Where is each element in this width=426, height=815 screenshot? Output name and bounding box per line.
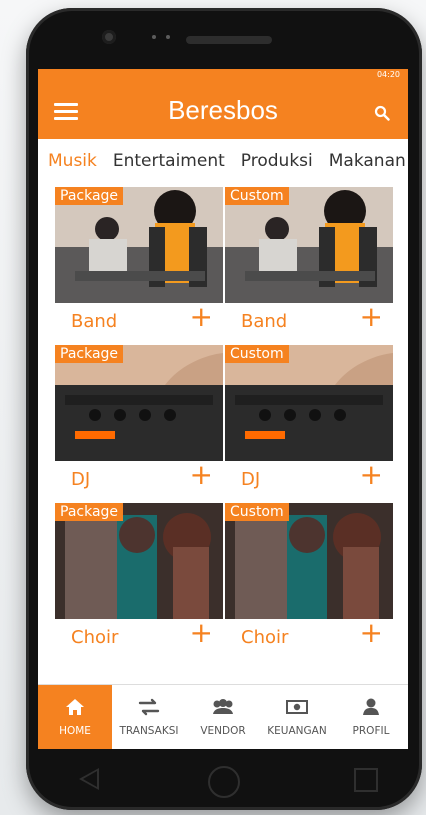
badge-package: Package bbox=[55, 503, 124, 521]
bottom-navigation: HOME TRANSAKSI VENDOR KEUANGAN PROFIL bbox=[38, 684, 408, 749]
nav-keuangan-label: KEUANGAN bbox=[267, 725, 327, 737]
service-card[interactable]: Custom DJ + bbox=[225, 345, 393, 495]
category-tabs: Musik Entertaiment Produksi Makanan bbox=[38, 139, 408, 183]
service-card[interactable]: Custom Band + bbox=[225, 187, 393, 337]
status-time: 04:20 bbox=[376, 70, 400, 79]
home-circle-icon[interactable] bbox=[208, 766, 240, 798]
app-screen: 04:20 Beresbos Musik Entertaiment Produk… bbox=[38, 69, 408, 749]
front-camera-icon bbox=[102, 30, 116, 44]
nav-profil-label: PROFIL bbox=[352, 725, 390, 737]
badge-custom: Custom bbox=[225, 187, 289, 205]
service-name: Band bbox=[71, 311, 118, 332]
recent-apps-icon[interactable] bbox=[354, 768, 378, 792]
service-name: Choir bbox=[71, 627, 119, 648]
app-header: Beresbos bbox=[38, 83, 408, 139]
add-icon[interactable]: + bbox=[190, 461, 213, 489]
transfer-icon bbox=[138, 698, 160, 716]
status-bar: 04:20 bbox=[38, 69, 408, 83]
service-name: Band bbox=[241, 311, 288, 332]
nav-vendor[interactable]: VENDOR bbox=[186, 685, 260, 749]
nav-vendor-label: VENDOR bbox=[200, 725, 246, 737]
nav-transaksi-label: TRANSAKSI bbox=[119, 725, 179, 737]
service-card[interactable]: Package DJ + bbox=[55, 345, 223, 495]
add-icon[interactable]: + bbox=[190, 619, 213, 647]
search-icon[interactable] bbox=[374, 105, 390, 121]
tab-makanan[interactable]: Makanan bbox=[329, 151, 406, 171]
tab-entertaiment[interactable]: Entertaiment bbox=[113, 151, 225, 171]
tab-produksi[interactable]: Produksi bbox=[241, 151, 313, 171]
phone-top-bezel bbox=[26, 8, 422, 68]
nav-keuangan[interactable]: KEUANGAN bbox=[260, 685, 334, 749]
phone-mockup: 04:20 Beresbos Musik Entertaiment Produk… bbox=[26, 8, 422, 810]
nav-home[interactable]: HOME bbox=[38, 685, 112, 749]
group-icon bbox=[213, 699, 233, 714]
add-icon[interactable]: + bbox=[360, 303, 383, 331]
earpiece-speaker bbox=[186, 36, 272, 44]
phone-nav-bar bbox=[26, 752, 422, 810]
badge-custom: Custom bbox=[225, 345, 289, 363]
add-icon[interactable]: + bbox=[360, 461, 383, 489]
badge-custom: Custom bbox=[225, 503, 289, 521]
badge-package: Package bbox=[55, 345, 124, 363]
service-name: Choir bbox=[241, 627, 289, 648]
sensor-dot-icon bbox=[152, 35, 156, 39]
money-icon bbox=[286, 700, 308, 714]
service-name: DJ bbox=[71, 469, 91, 490]
tab-musik[interactable]: Musik bbox=[48, 151, 97, 171]
badge-package: Package bbox=[55, 187, 124, 205]
person-icon bbox=[363, 698, 379, 715]
nav-profil[interactable]: PROFIL bbox=[334, 685, 408, 749]
app-title: Beresbos bbox=[168, 95, 278, 125]
service-card[interactable]: Package Choir + bbox=[55, 503, 223, 653]
nav-home-label: HOME bbox=[59, 725, 91, 737]
home-icon bbox=[66, 699, 84, 715]
add-icon[interactable]: + bbox=[190, 303, 213, 331]
service-card[interactable]: Package Band + bbox=[55, 187, 223, 337]
back-icon[interactable] bbox=[79, 768, 99, 790]
service-name: DJ bbox=[241, 469, 261, 490]
nav-transaksi[interactable]: TRANSAKSI bbox=[112, 685, 186, 749]
add-icon[interactable]: + bbox=[360, 619, 383, 647]
sensor-dot-icon bbox=[166, 35, 170, 39]
service-card[interactable]: Custom Choir + bbox=[225, 503, 393, 653]
